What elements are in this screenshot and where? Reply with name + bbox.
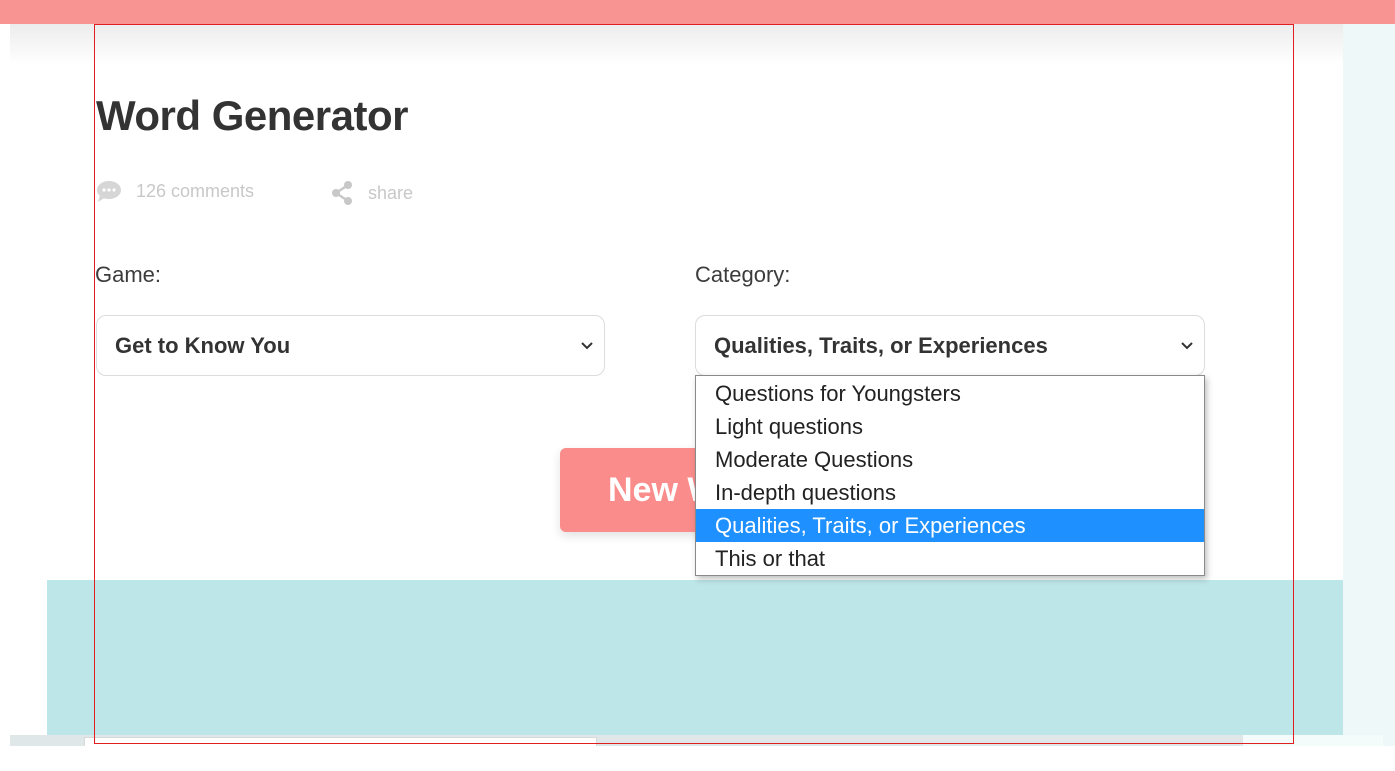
category-dropdown-list[interactable]: Questions for Youngsters Light questions… xyxy=(695,375,1205,576)
category-option[interactable]: This or that xyxy=(696,542,1204,575)
category-option[interactable]: In-depth questions xyxy=(696,476,1204,509)
game-select[interactable]: Get to Know You xyxy=(96,315,605,376)
category-label: Category: xyxy=(695,262,791,287)
category-option[interactable]: Questions for Youngsters xyxy=(696,377,1204,410)
category-select-value: Qualities, Traits, or Experiences xyxy=(714,332,1048,358)
category-option[interactable]: Moderate Questions xyxy=(696,443,1204,476)
bottom-right-panel xyxy=(1243,735,1383,746)
top-accent-bar xyxy=(0,0,1395,24)
category-option[interactable]: Light questions xyxy=(696,410,1204,443)
right-sidebar xyxy=(1343,24,1395,746)
content-band xyxy=(47,580,1343,735)
comment-icon xyxy=(97,181,121,202)
chevron-down-icon xyxy=(1181,342,1193,350)
share-link[interactable]: share xyxy=(330,180,413,206)
game-label: Game: xyxy=(95,262,162,287)
game-select-value: Get to Know You xyxy=(115,332,291,358)
share-icon xyxy=(332,181,352,205)
category-option[interactable]: Qualities, Traits, or Experiences xyxy=(696,509,1204,542)
bottom-card xyxy=(84,737,597,746)
left-gutter xyxy=(0,24,10,771)
comments-link[interactable]: 126 comments xyxy=(96,180,254,202)
share-label: share xyxy=(368,182,414,203)
page-title: Word Generator xyxy=(96,92,408,139)
comments-count: 126 comments xyxy=(136,180,255,201)
chevron-down-icon xyxy=(581,342,593,350)
header-shadow xyxy=(10,24,1343,64)
category-select[interactable]: Qualities, Traits, or Experiences xyxy=(695,315,1205,376)
